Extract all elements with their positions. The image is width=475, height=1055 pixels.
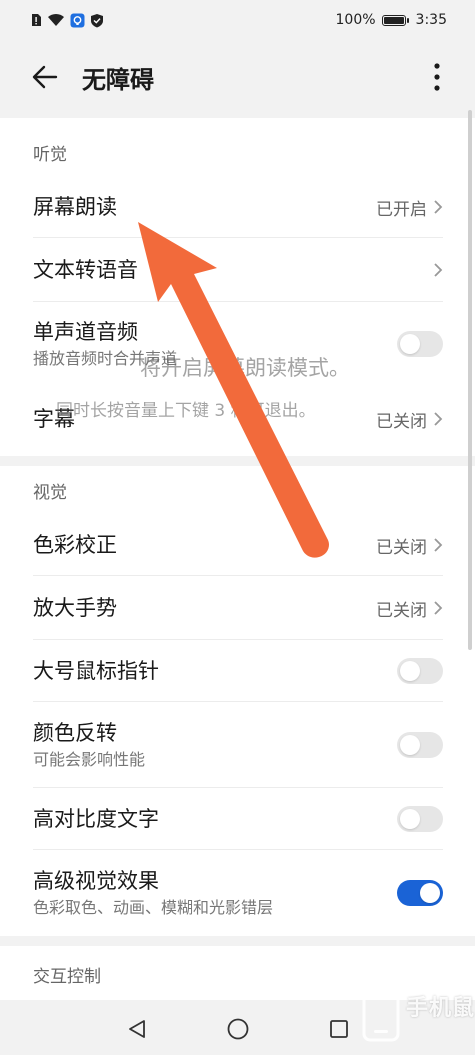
- setting-label: 文本转语音: [33, 258, 138, 282]
- setting-row-advanced-visual-effects[interactable]: 高级视觉效果 色彩取色、动画、模糊和光影错层: [0, 850, 475, 936]
- sim-alert-icon: [30, 13, 42, 27]
- setting-description: 可能会影响性能: [33, 750, 146, 769]
- setting-value: 已关闭: [376, 411, 427, 432]
- arrow-left-icon: [32, 65, 58, 89]
- nav-back-button[interactable]: [124, 1016, 150, 1042]
- setting-label: 放大手势: [33, 596, 117, 620]
- advanced-visual-effects-toggle[interactable]: [397, 880, 443, 906]
- setting-label: 高对比度文字: [33, 807, 159, 831]
- chevron-right-icon: [433, 600, 443, 616]
- vision-section: 视觉 色彩校正 已关闭 放大手势 已关闭 大号鼠标指针 颜色反转 可能会影响性能…: [0, 466, 475, 936]
- setting-label: 高级视觉效果: [33, 869, 159, 893]
- square-recent-icon: [330, 1020, 348, 1038]
- setting-label: 大号鼠标指针: [33, 659, 159, 683]
- status-icons-left: [30, 13, 104, 28]
- shield-icon: [90, 13, 104, 28]
- setting-row-color-inversion[interactable]: 颜色反转 可能会影响性能: [0, 702, 475, 788]
- more-options-button[interactable]: [427, 60, 447, 94]
- setting-row-magnification[interactable]: 放大手势 已关闭: [0, 576, 475, 640]
- battery-percent: 100%: [335, 12, 376, 28]
- setting-row-text-to-speech[interactable]: 文本转语音: [0, 238, 475, 302]
- setting-label: 色彩校正: [33, 533, 117, 557]
- chevron-right-icon: [433, 262, 443, 278]
- large-pointer-toggle[interactable]: [397, 658, 443, 684]
- page-title: 无障碍: [82, 66, 154, 94]
- setting-label: 单声道音频: [33, 320, 138, 344]
- app-notification-icon: [70, 13, 85, 28]
- more-vertical-icon: [434, 63, 440, 91]
- chevron-right-icon: [433, 199, 443, 215]
- setting-label: 屏幕朗读: [33, 195, 117, 219]
- scroll-indicator[interactable]: [468, 110, 472, 650]
- battery-icon: [381, 14, 409, 26]
- setting-row-color-correction[interactable]: 色彩校正 已关闭: [0, 514, 475, 576]
- overlay-toast-line1: 将开启屏幕朗读模式。: [140, 356, 350, 380]
- watermark-text: 手机鼠: [406, 996, 475, 1021]
- section-header-interaction: 交互控制: [33, 967, 101, 987]
- triangle-back-icon: [129, 1020, 145, 1038]
- nav-recent-button[interactable]: [326, 1016, 352, 1042]
- chevron-right-icon: [433, 411, 443, 427]
- setting-row-screen-reader[interactable]: 屏幕朗读 已开启: [0, 176, 475, 238]
- status-bar: 100% 3:35: [0, 0, 475, 40]
- back-button[interactable]: [30, 62, 60, 92]
- high-contrast-text-toggle[interactable]: [397, 806, 443, 832]
- setting-row-large-pointer[interactable]: 大号鼠标指针: [0, 640, 475, 702]
- setting-value: 已关闭: [376, 537, 427, 558]
- section-header-vision: 视觉: [33, 483, 67, 503]
- accessibility-settings-screen: 100% 3:35 无障碍 听觉 屏幕朗读 已开启 文本转语音 单声道音频 播放…: [0, 0, 475, 1055]
- section-header-hearing: 听觉: [33, 145, 67, 165]
- setting-value: 已关闭: [376, 600, 427, 621]
- setting-value: 已开启: [376, 199, 427, 220]
- setting-description: 色彩取色、动画、模糊和光影错层: [33, 898, 274, 917]
- circle-home-icon: [227, 1018, 249, 1040]
- color-inversion-toggle[interactable]: [397, 732, 443, 758]
- overlay-toast-line2: 同时长按音量上下键 3 秒可退出。: [56, 401, 316, 421]
- chevron-right-icon: [433, 537, 443, 553]
- app-bar: 无障碍: [0, 40, 475, 112]
- status-icons-right: 100% 3:35: [336, 12, 447, 28]
- mono-audio-toggle[interactable]: [397, 331, 443, 357]
- clock-time: 3:35: [415, 12, 447, 28]
- nav-home-button[interactable]: [225, 1016, 251, 1042]
- setting-row-high-contrast-text[interactable]: 高对比度文字: [0, 788, 475, 850]
- wifi-icon: [47, 13, 65, 27]
- setting-label: 颜色反转: [33, 721, 117, 745]
